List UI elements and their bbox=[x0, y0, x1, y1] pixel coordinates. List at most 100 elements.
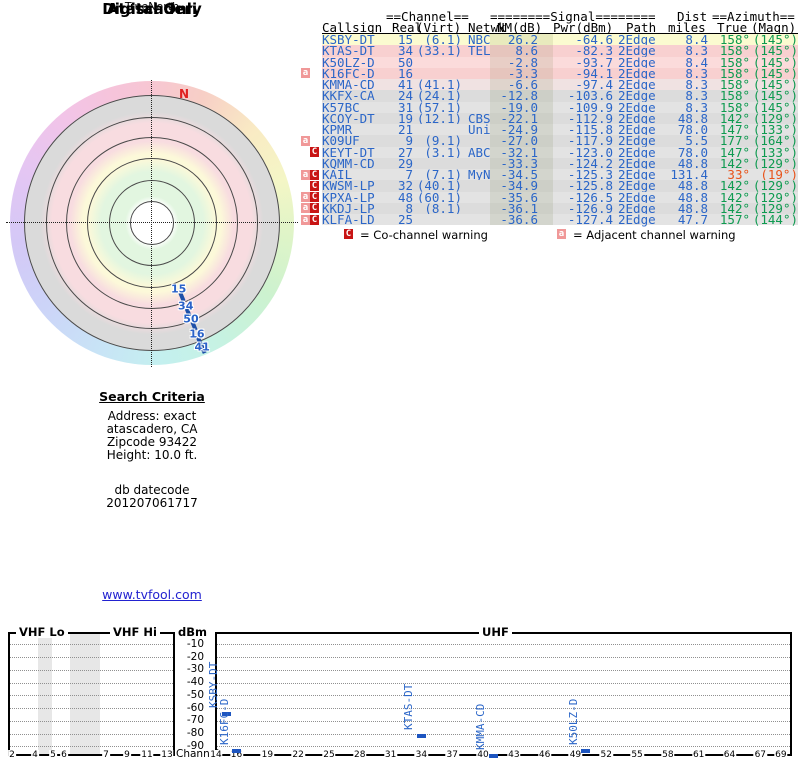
vhf-lo-label: VHF Lo bbox=[16, 625, 68, 638]
cell-true: 157° bbox=[719, 212, 750, 227]
gridline-vhf--30 bbox=[10, 669, 173, 671]
adjacent-channel-legend-text: = Adjacent channel warning bbox=[573, 228, 736, 242]
chart-marker-KMMA-CD bbox=[488, 753, 498, 758]
uhf-chan-tick-25: 25 bbox=[322, 750, 336, 760]
uhf-chan-tick-28: 28 bbox=[353, 750, 367, 760]
gridline-vhf--20 bbox=[10, 657, 173, 658]
cell-netwk bbox=[462, 180, 490, 191]
radar-ring-5 bbox=[24, 95, 280, 351]
uhf-chan-tick-40: 40 bbox=[476, 750, 490, 760]
cell-virt bbox=[413, 57, 462, 68]
radar-crosshair-horizontal bbox=[6, 222, 298, 223]
warn-badge-a-K09UF: a bbox=[301, 135, 310, 146]
uhf-chan-tick-49: 49 bbox=[568, 750, 583, 760]
chart-marker-label-K50LZ-D: K50LZ-D bbox=[566, 698, 580, 745]
warn-badge-c-KPXA-LP: C bbox=[310, 192, 319, 202]
cell-virt: (3.1) bbox=[424, 144, 462, 160]
vhf-chan-tick-13: 13 bbox=[160, 750, 174, 760]
gridline-uhf--50 bbox=[217, 695, 790, 697]
vhf-gap-band-0 bbox=[38, 634, 52, 754]
uhf-chan-tick-55: 55 bbox=[630, 750, 644, 760]
dbm-tick--70: -70 bbox=[186, 714, 204, 727]
warn-badge-a-KAIL: a bbox=[301, 169, 310, 180]
co-channel-badge: C bbox=[344, 229, 353, 239]
vhf-chan-tick-5: 5 bbox=[49, 750, 57, 760]
chart-marker-K16FC-D bbox=[232, 749, 242, 754]
cell-callsign: KLFA-LD bbox=[322, 212, 375, 227]
uhf-chan-tick-37: 37 bbox=[445, 750, 459, 760]
chart-marker-label-KMMA-CD: KMMA-CD bbox=[474, 703, 488, 750]
cell-netwk: TEL bbox=[468, 43, 491, 59]
dbm-tick--30: -30 bbox=[186, 663, 204, 676]
chart-marker-K50LZ-D bbox=[581, 748, 591, 753]
search-line-3: Height: 10.0 ft. bbox=[106, 448, 198, 462]
warn-badge-a-KPXA-LP: a bbox=[301, 192, 310, 202]
gridline-uhf--70 bbox=[217, 720, 790, 722]
vhf-gap-band-1 bbox=[70, 634, 100, 754]
gridline-uhf--40 bbox=[217, 682, 790, 684]
warn-badge-c-KKDJ-LP: C bbox=[310, 203, 319, 214]
uhf-chan-tick-61: 61 bbox=[691, 750, 706, 760]
cell-virt: (33.1) bbox=[416, 43, 462, 59]
gridline-uhf--60 bbox=[217, 708, 790, 709]
cell-netwk: ABC bbox=[468, 144, 491, 160]
uhf-label: UHF bbox=[479, 625, 512, 638]
db-datecode: db datecode 201207061717 bbox=[0, 484, 304, 510]
adjacent-channel-badge: a bbox=[557, 229, 566, 239]
cell-netwk bbox=[462, 192, 490, 203]
dbm-tick--50: -50 bbox=[186, 688, 204, 701]
gridline-vhf--40 bbox=[10, 682, 173, 684]
cell-virt: (12.1) bbox=[416, 110, 462, 126]
cell-netwk bbox=[462, 79, 490, 90]
gridline-vhf--60 bbox=[10, 708, 173, 709]
uhf-chan-tick-34: 34 bbox=[414, 750, 429, 760]
uhf-chan-tick-69: 69 bbox=[774, 750, 788, 760]
uhf-chan-tick-46: 46 bbox=[537, 750, 552, 760]
cell-netwk bbox=[462, 90, 490, 101]
cell-real: 25 bbox=[397, 212, 413, 227]
uhf-chan-tick-64: 64 bbox=[722, 750, 737, 760]
cell-netwk bbox=[462, 214, 490, 225]
cell-path: 2Edge bbox=[618, 212, 656, 227]
vhf-chan-tick-6: 6 bbox=[60, 750, 68, 760]
north-label: N bbox=[179, 87, 190, 101]
cell-netwk: MyN bbox=[468, 167, 491, 182]
cell-virt bbox=[413, 214, 462, 225]
dbm-tick--80: -80 bbox=[186, 727, 204, 739]
gridline-uhf--90 bbox=[217, 746, 790, 748]
gridline-vhf--70 bbox=[10, 720, 173, 722]
radar-crosshair-vertical bbox=[151, 80, 152, 367]
warn-badge-a-K16FC-D: a bbox=[301, 68, 310, 79]
chart-marker-KTAS-DT bbox=[416, 734, 426, 739]
dbm-tick--40: -40 bbox=[186, 676, 204, 688]
cell-netwk bbox=[462, 203, 490, 214]
vhf-chan-tick-7: 7 bbox=[102, 750, 110, 760]
search-criteria-lines: Address: exact atascadero, CA Zipcode 9342… bbox=[0, 410, 304, 462]
search-footer-line-1: 201207061717 bbox=[106, 496, 198, 510]
gridline-vhf--50 bbox=[10, 695, 173, 697]
gridline-uhf--10 bbox=[217, 644, 790, 646]
cell-nm: -36.6 bbox=[490, 213, 553, 226]
vhf-hi-label: VHF Hi bbox=[110, 625, 160, 638]
uhf-chan-tick-58: 58 bbox=[661, 750, 675, 760]
vhf-chan-tick-9: 9 bbox=[123, 750, 131, 760]
cell-netwk bbox=[462, 57, 490, 68]
uhf-chan-tick-14: 14 bbox=[209, 750, 223, 760]
tvfool-link[interactable]: www.tvfool.com bbox=[102, 587, 202, 602]
radar-channel-label-34: 34 bbox=[178, 299, 194, 313]
uhf-chan-tick-31: 31 bbox=[383, 750, 398, 760]
cell-miles: 47.7 bbox=[677, 212, 708, 227]
cell-magn: (144°) bbox=[752, 212, 798, 227]
search-criteria-title: Search Criteria bbox=[99, 389, 205, 404]
uhf-band-box bbox=[215, 632, 792, 756]
radar-channel-label-50: 50 bbox=[183, 312, 199, 326]
chart-marker-label-KTAS-DT: KTAS-DT bbox=[402, 684, 416, 731]
warn-badge-c-KAIL: C bbox=[310, 169, 319, 180]
warn-badge-a-KLFA-LD: a bbox=[301, 214, 310, 225]
uhf-chan-tick-43: 43 bbox=[507, 750, 521, 760]
warn-badge-c-KLFA-LD: C bbox=[310, 214, 319, 225]
table-row-KLFA-LD: KLFA-LD 25 -36.6 -127.4 2Edge 47.7 157° (144°) bbox=[322, 212, 798, 227]
radar-channel-label-16: 16 bbox=[189, 327, 205, 341]
dbm-tick--20: -20 bbox=[186, 650, 204, 663]
tvfool-link-wrap: www.tvfool.com bbox=[0, 587, 304, 602]
